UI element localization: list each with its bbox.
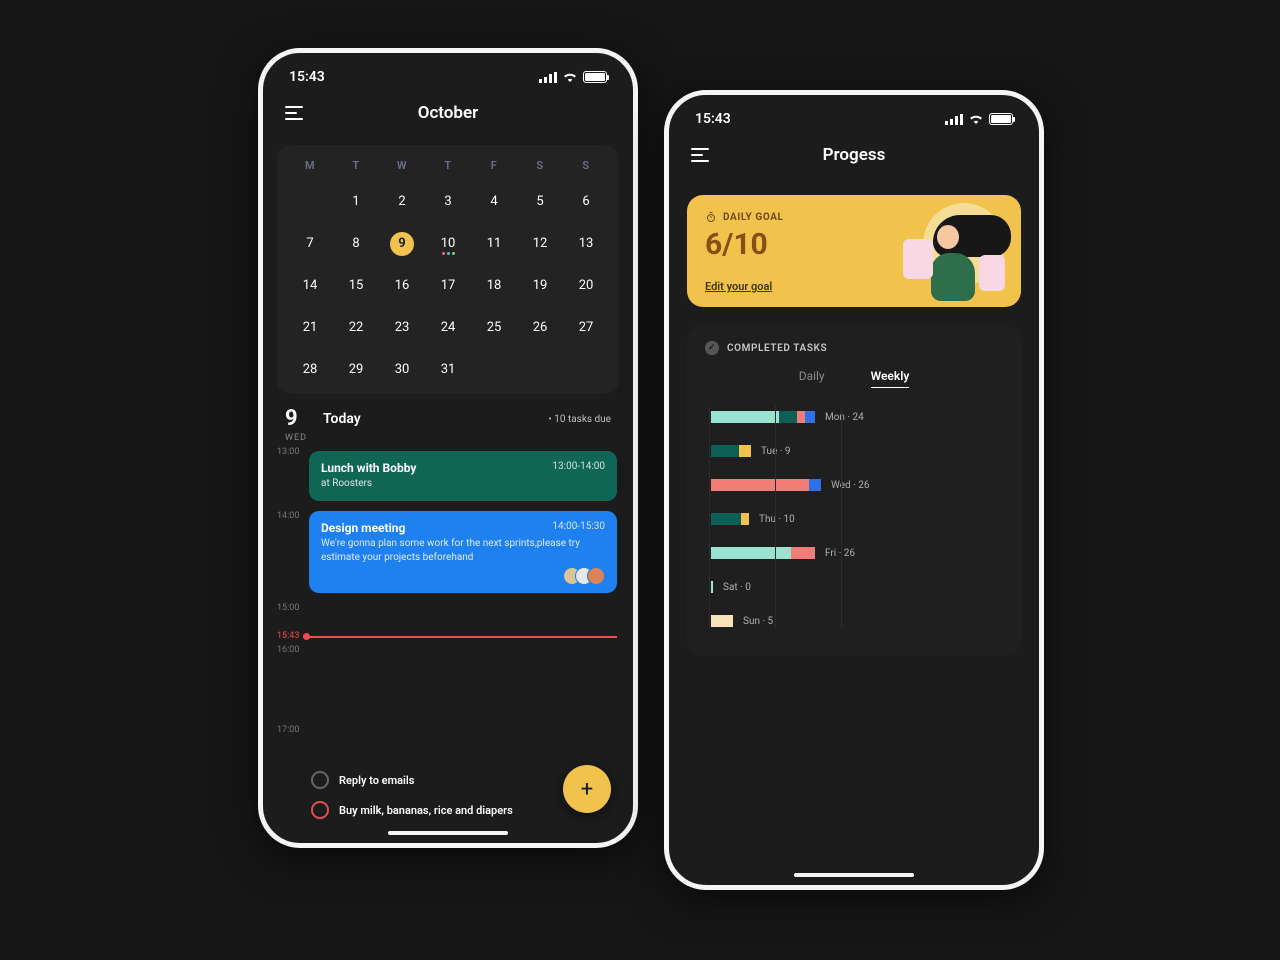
time-label-1600: 16:00 <box>277 645 299 655</box>
signal-icon <box>945 114 963 125</box>
illustration <box>891 201 1011 307</box>
cal-day[interactable]: 26 <box>517 316 563 340</box>
cal-day[interactable]: 23 <box>379 316 425 340</box>
cal-day[interactable]: 12 <box>517 232 563 256</box>
menu-icon[interactable] <box>285 106 305 120</box>
cal-day[interactable]: 27 <box>563 316 609 340</box>
status-time: 15:43 <box>289 69 325 85</box>
panel-header: ✓ COMPLETED TASKS <box>705 341 1003 355</box>
tab-daily[interactable]: Daily <box>799 369 825 388</box>
event-meeting[interactable]: Design meeting We're gonna plan some wor… <box>309 511 617 593</box>
chart-row-thu: Thu · 10 <box>711 512 1003 526</box>
avatars <box>569 567 605 585</box>
checkbox-icon[interactable] <box>311 801 329 819</box>
cal-day[interactable]: 15 <box>333 274 379 298</box>
cal-day[interactable]: 2 <box>379 190 425 214</box>
cal-day[interactable]: 13 <box>563 232 609 256</box>
cal-day[interactable]: 10 <box>425 232 471 256</box>
weekly-chart: Mon · 24 Tue · 9 Wed · 26 Thu · 10 Fri ·… <box>705 410 1003 628</box>
event-time: 13:00-14:00 <box>552 461 605 472</box>
cal-day[interactable]: 1 <box>333 190 379 214</box>
wifi-icon <box>562 71 578 83</box>
cal-day[interactable]: 4 <box>471 190 517 214</box>
cal-day[interactable]: 28 <box>287 358 333 382</box>
battery-icon <box>989 113 1013 125</box>
page-title: October <box>418 103 479 123</box>
cal-day[interactable]: 31 <box>425 358 471 382</box>
nav-bar: Progess <box>669 133 1039 177</box>
add-button[interactable]: + <box>563 765 611 813</box>
cal-day[interactable]: 24 <box>425 316 471 340</box>
checkbox-icon[interactable] <box>311 771 329 789</box>
cal-day[interactable]: 16 <box>379 274 425 298</box>
page-title: Progess <box>823 145 886 165</box>
chart-row-tue: Tue · 9 <box>711 444 1003 458</box>
today-daynum: 9 <box>285 408 307 430</box>
cal-day[interactable]: 19 <box>517 274 563 298</box>
today-weekday: WED <box>285 433 307 443</box>
today-due: • 10 tasks due <box>548 414 611 425</box>
menu-icon[interactable] <box>691 148 711 162</box>
today-label: Today <box>323 411 361 427</box>
event-sub: We're gonna plan some work for the next … <box>321 537 605 565</box>
chart-row-wed: Wed · 26 <box>711 478 1003 492</box>
cal-day[interactable]: 30 <box>379 358 425 382</box>
cal-day[interactable]: 8 <box>333 232 379 256</box>
status-time: 15:43 <box>695 111 731 127</box>
completed-tasks-panel: ✓ COMPLETED TASKS Daily Weekly Mon · 24 … <box>687 325 1021 656</box>
timer-icon <box>705 211 717 223</box>
cal-day[interactable]: 25 <box>471 316 517 340</box>
calendar: M T W T F S S 1 2 3 4 5 6 7 8 9 10 11 12… <box>277 145 619 394</box>
tabs: Daily Weekly <box>705 369 1003 388</box>
status-icons <box>539 71 607 83</box>
battery-icon <box>583 71 607 83</box>
today-date-block: 9 WED <box>285 408 307 443</box>
time-label-1700: 17:00 <box>277 725 299 735</box>
tab-weekly[interactable]: Weekly <box>871 369 910 388</box>
time-now: 15:43 <box>277 631 299 641</box>
cal-row: 1 2 3 4 5 6 <box>287 190 609 214</box>
cal-day[interactable]: 5 <box>517 190 563 214</box>
time-label-1300: 13:00 <box>277 447 299 457</box>
check-icon: ✓ <box>705 341 719 355</box>
cal-weekdays: M T W T F S S <box>287 159 609 172</box>
cal-day[interactable]: 6 <box>563 190 609 214</box>
event-sub: at Roosters <box>321 477 605 491</box>
home-indicator <box>794 873 914 877</box>
calendar-screen: 15:43 October M T W T F S S 1 2 3 4 5 6 <box>258 48 638 848</box>
cal-day[interactable]: 11 <box>471 232 517 256</box>
time-label-1400: 14:00 <box>277 511 299 521</box>
progress-screen: 15:43 Progess DAILY GOAL 6/10 Edit your … <box>664 90 1044 890</box>
today-header: 9 WED Today • 10 tasks due <box>263 394 633 445</box>
todo-text: Reply to emails <box>339 774 414 787</box>
chart-row-sat: Sat · 0 <box>711 580 1003 594</box>
nav-bar: October <box>263 91 633 135</box>
home-indicator <box>388 831 508 835</box>
cal-day[interactable]: 14 <box>287 274 333 298</box>
cal-day[interactable]: 21 <box>287 316 333 340</box>
signal-icon <box>539 72 557 83</box>
cal-day[interactable]: 7 <box>287 232 333 256</box>
cal-day[interactable]: 3 <box>425 190 471 214</box>
status-bar: 15:43 <box>669 95 1039 133</box>
chart-row-mon: Mon · 24 <box>711 410 1003 424</box>
wifi-icon <box>968 113 984 125</box>
time-label-1500: 15:00 <box>277 603 299 613</box>
timeline[interactable]: 13:00 14:00 15:00 15:43 16:00 17:00 Lunc… <box>263 445 633 765</box>
goal-card[interactable]: DAILY GOAL 6/10 Edit your goal <box>687 195 1021 307</box>
cal-day[interactable]: 29 <box>333 358 379 382</box>
cal-day[interactable]: 18 <box>471 274 517 298</box>
cal-day-selected[interactable]: 9 <box>390 232 414 256</box>
status-icons <box>945 113 1013 125</box>
cal-day[interactable]: 20 <box>563 274 609 298</box>
now-line <box>307 636 617 638</box>
cal-day[interactable]: 17 <box>425 274 471 298</box>
chart-row-sun: Sun · 5 <box>711 614 1003 628</box>
todo-text: Buy milk, bananas, rice and diapers <box>339 804 513 817</box>
event-time: 14:00-15:30 <box>552 521 605 532</box>
status-bar: 15:43 <box>263 53 633 91</box>
cal-day[interactable]: 22 <box>333 316 379 340</box>
event-lunch[interactable]: Lunch with Bobby at Roosters 13:00-14:00 <box>309 451 617 501</box>
chart-row-fri: Fri · 26 <box>711 546 1003 560</box>
